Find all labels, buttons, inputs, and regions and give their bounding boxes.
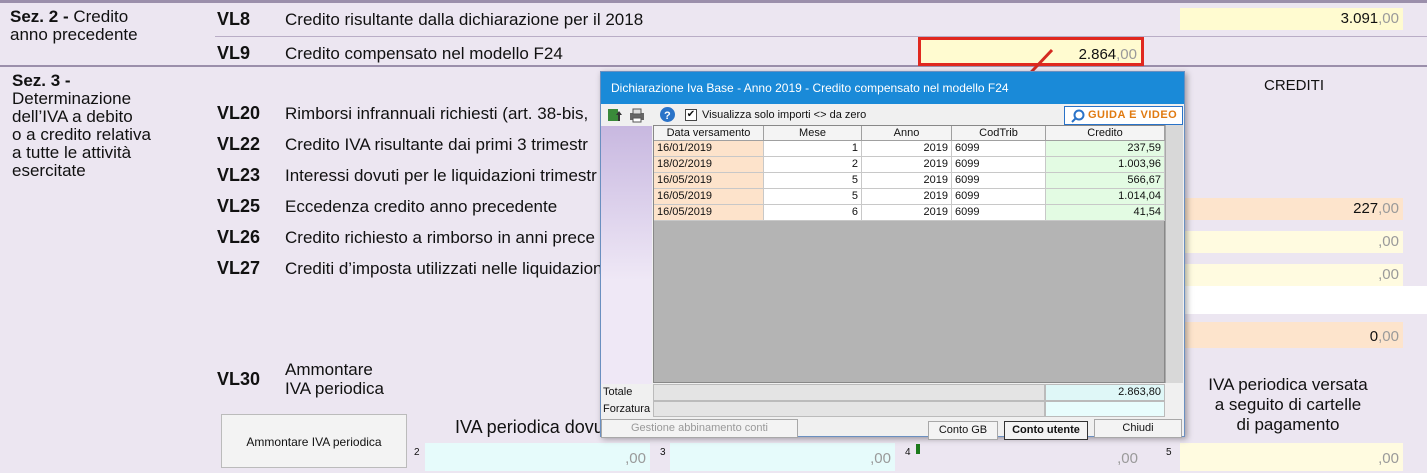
crediti-header: CREDITI <box>1264 77 1324 94</box>
totale-value: 2.863,80 <box>1045 384 1165 401</box>
table-cell[interactable]: 16/05/2019 <box>654 189 764 205</box>
gestione-abbinamento-button[interactable]: Gestione abbinamento conti <box>601 419 798 438</box>
vl23-code: VL23 <box>217 165 261 185</box>
col-header[interactable]: Anno <box>862 126 952 141</box>
section-divider <box>0 65 1427 67</box>
table-cell[interactable]: 566,67 <box>1046 173 1165 189</box>
field-num-2: 2 <box>414 447 420 458</box>
forzatura-input[interactable] <box>1045 401 1165 417</box>
iva-dovuta-label: IVA periodica dovu <box>455 417 604 437</box>
vl25-code: VL25 <box>217 196 261 216</box>
table-cell[interactable]: 1.014,04 <box>1046 189 1165 205</box>
help-icon[interactable]: ? <box>659 106 676 123</box>
svg-text:?: ? <box>664 110 671 122</box>
table-cell[interactable]: 2019 <box>862 157 952 173</box>
vl20-desc: Rimborsi infrannuali richiesti (art. 38-… <box>285 104 589 123</box>
vl23-desc: Interessi dovuti per le liquidazioni tri… <box>285 166 597 185</box>
field-num-5: 5 <box>1166 447 1172 458</box>
table-cell[interactable]: 2019 <box>862 205 952 221</box>
table-cell[interactable]: 237,59 <box>1046 141 1165 157</box>
table-cell[interactable]: 2019 <box>862 173 952 189</box>
totale-label: Totale <box>603 386 633 398</box>
table-cell[interactable]: 16/05/2019 <box>654 205 764 221</box>
vl27-field[interactable]: ,00 <box>1180 264 1403 286</box>
credit-dialog: Dichiarazione Iva Base - Anno 2019 - Cre… <box>600 71 1185 440</box>
table-cell[interactable]: 1 <box>764 141 862 157</box>
table-cell[interactable]: 16/05/2019 <box>654 173 764 189</box>
field-num-4: 4 <box>905 447 911 458</box>
print-icon[interactable] <box>628 107 646 123</box>
bottom-field-4[interactable]: ,00 <box>916 443 1142 471</box>
export-icon[interactable] <box>607 107 623 123</box>
sez3-heading: Sez. 3 - Determinazione dell’IVA a debit… <box>12 71 151 180</box>
checkbox[interactable]: ✔ <box>685 109 697 121</box>
vl22-desc: Credito IVA risultante dai primi 3 trime… <box>285 135 588 154</box>
magnifier-icon <box>1071 109 1085 123</box>
dialog-toolbar: ? ✔ Visualizza solo importi <> da zero G… <box>601 104 1184 126</box>
chiudi-button[interactable]: Chiudi <box>1094 419 1182 438</box>
table-cell[interactable]: 41,54 <box>1046 205 1165 221</box>
table-cell[interactable]: 2 <box>764 157 862 173</box>
col-header[interactable]: Data versamento <box>654 126 764 141</box>
conto-gb-button[interactable]: Conto GB <box>928 421 998 440</box>
table-cell[interactable]: 5 <box>764 189 862 205</box>
dialog-sidebar <box>601 126 652 384</box>
forzatura-label: Forzatura <box>603 403 651 415</box>
totale-spacer <box>653 384 1045 401</box>
ammontare-iva-button[interactable]: Ammontare IVA periodica <box>221 414 407 468</box>
vl9-desc: Credito compensato nel modello F24 <box>285 44 563 63</box>
vl20-code: VL20 <box>217 103 261 123</box>
vl8-desc: Credito risultante dalla dichiarazione p… <box>285 10 644 29</box>
table-cell[interactable]: 6099 <box>952 205 1046 221</box>
iva-versata-label: IVA periodica versata a seguito di cartel… <box>1208 375 1368 434</box>
top-border <box>0 0 1427 3</box>
table-cell[interactable]: 16/01/2019 <box>654 141 764 157</box>
table-cell[interactable]: 6099 <box>952 173 1046 189</box>
bottom-field-3[interactable]: ,00 <box>670 443 895 471</box>
vl26-desc: Credito richiesto a rimborso in anni pre… <box>285 228 595 247</box>
sez2-heading: Sez. 2 - Credito anno precedente <box>10 7 138 44</box>
vl30-code: VL30 <box>217 369 261 389</box>
vl8-field[interactable]: 3.091,00 <box>1180 8 1403 30</box>
table-cell[interactable]: 18/02/2019 <box>654 157 764 173</box>
table-cell[interactable]: 6099 <box>952 157 1046 173</box>
col-header[interactable]: CodTrib <box>952 126 1046 141</box>
table-cell[interactable]: 6099 <box>952 189 1046 205</box>
vl26-field[interactable]: ,00 <box>1180 231 1403 253</box>
vl8-code: VL8 <box>217 9 251 29</box>
guide-video-button[interactable]: GUIDA E VIDEO <box>1064 106 1183 125</box>
vl26-code: VL26 <box>217 227 261 247</box>
table-cell[interactable]: 6099 <box>952 141 1046 157</box>
vl25-field[interactable]: 227,00 <box>1180 198 1403 220</box>
table-cell[interactable]: 5 <box>764 173 862 189</box>
col-header[interactable]: Credito <box>1046 126 1165 141</box>
col-header[interactable]: Mese <box>764 126 862 141</box>
scrollbar[interactable] <box>1165 125 1183 383</box>
blank-panel <box>1180 286 1427 314</box>
conto-utente-button[interactable]: Conto utente <box>1004 421 1088 440</box>
checkbox-label: Visualizza solo importi <> da zero <box>702 109 867 121</box>
field-num-3: 3 <box>660 447 666 458</box>
payments-table: Data versamento Mese Anno CodTrib Credit… <box>653 125 1165 383</box>
forzatura-spacer <box>653 401 1045 417</box>
table-cell[interactable]: 6 <box>764 205 862 221</box>
row-divider <box>215 36 1427 37</box>
vl27-desc: Crediti d’imposta utilizzati nelle liqui… <box>285 259 607 278</box>
guide-video-label: GUIDA E VIDEO <box>1088 109 1178 121</box>
bottom-field-2[interactable]: ,00 <box>425 443 650 471</box>
table-cell[interactable]: 2019 <box>862 141 952 157</box>
dialog-title: Dichiarazione Iva Base - Anno 2019 - Cre… <box>601 72 1184 104</box>
vl30-desc: Ammontare IVA periodica <box>285 360 384 398</box>
table-cell[interactable]: 1.003,96 <box>1046 157 1165 173</box>
total-field[interactable]: 0,00 <box>1180 322 1403 348</box>
table-cell[interactable]: 2019 <box>862 189 952 205</box>
bottom-field-5[interactable]: ,00 <box>1180 443 1403 471</box>
vl25-desc: Eccedenza credito anno precedente <box>285 197 558 216</box>
vl22-code: VL22 <box>217 134 261 154</box>
vl9-code: VL9 <box>217 43 251 63</box>
vl27-code: VL27 <box>217 258 261 278</box>
